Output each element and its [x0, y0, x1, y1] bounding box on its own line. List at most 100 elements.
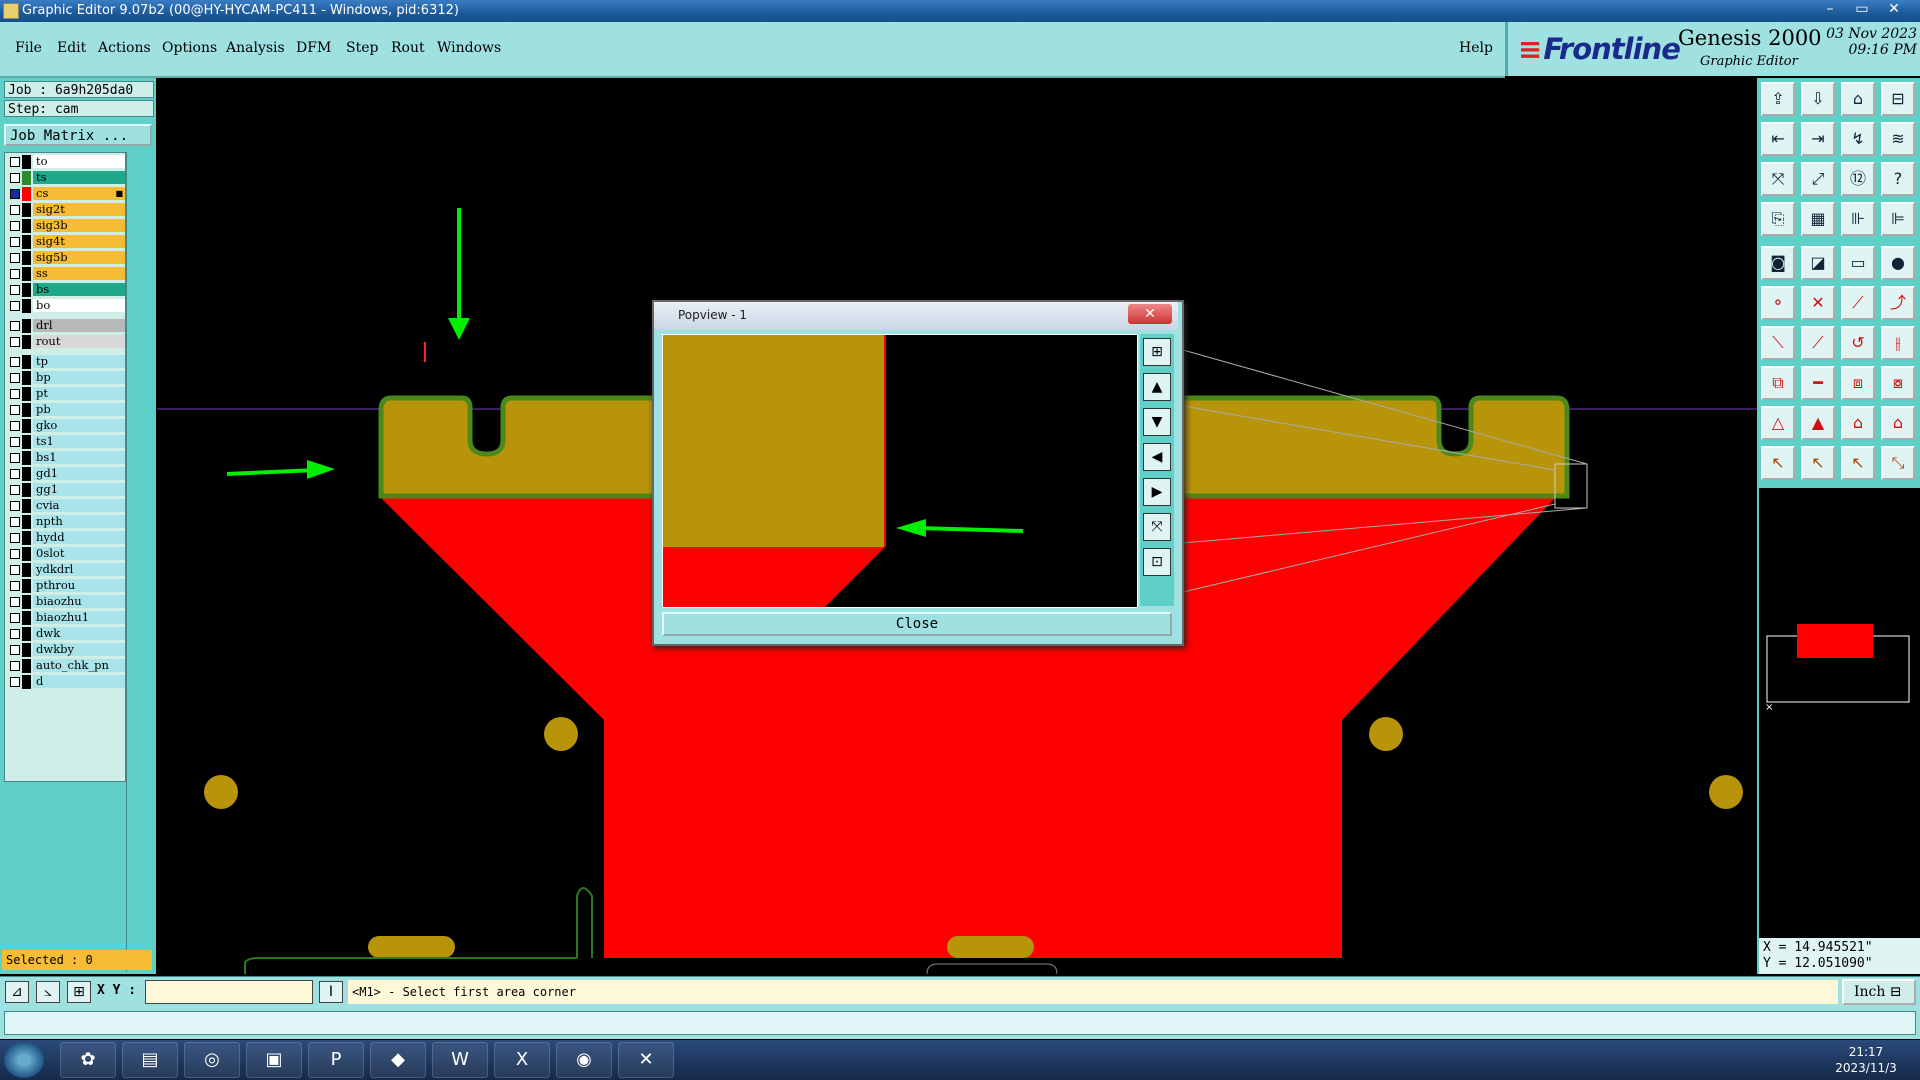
layer-checkbox[interactable]	[10, 469, 20, 479]
layer-row[interactable]: ydkdrl	[7, 563, 125, 577]
tool-button[interactable]: ?	[1881, 162, 1915, 196]
taskbar-app-shell-icon[interactable]: ✿	[60, 1042, 116, 1078]
layer-checkbox[interactable]	[10, 501, 20, 511]
layer-row[interactable]: dwk	[7, 627, 125, 641]
tool-button[interactable]: ⊟	[1881, 82, 1915, 116]
popview-pan-left-icon[interactable]: ◀	[1143, 443, 1171, 471]
layer-row[interactable]: to	[7, 155, 125, 169]
job-matrix-button[interactable]: Job Matrix ...	[4, 124, 152, 146]
tool-button[interactable]: ⇥	[1801, 122, 1835, 156]
layer-name[interactable]: gko	[33, 419, 125, 432]
taskbar-app-tool-icon[interactable]: ◆	[370, 1042, 426, 1078]
maximize-button[interactable]: ▭	[1846, 0, 1878, 20]
layer-checkbox[interactable]	[10, 337, 20, 347]
tool-button[interactable]: ●	[1881, 246, 1915, 280]
layer-name[interactable]: drl	[33, 319, 125, 332]
layer-row[interactable]: gg1	[7, 483, 125, 497]
layer-checkbox[interactable]	[10, 581, 20, 591]
layer-name[interactable]: pt	[33, 387, 125, 400]
layer-name[interactable]: hydd	[33, 531, 125, 544]
layer-checkbox[interactable]	[10, 189, 20, 199]
tool-button[interactable]: ⇩	[1801, 82, 1835, 116]
layer-name[interactable]: pthrou	[33, 579, 125, 592]
layer-checkbox[interactable]	[10, 565, 20, 575]
tool-button[interactable]: ▭	[1841, 246, 1875, 280]
layer-row[interactable]: cs ■	[7, 187, 125, 201]
layer-name[interactable]: ydkdrl	[33, 563, 125, 576]
layer-name[interactable]: sig5b	[33, 251, 125, 264]
layer-name[interactable]: cvia	[33, 499, 125, 512]
layer-name[interactable]: rout	[33, 335, 125, 348]
layer-row[interactable]: gd1	[7, 467, 125, 481]
layer-name[interactable]: ts	[33, 171, 125, 184]
layer-row[interactable]: sig3b	[7, 219, 125, 233]
snap-icon[interactable]: ⊿	[5, 981, 29, 1003]
layer-row[interactable]: biaozhu1	[7, 611, 125, 625]
layer-row[interactable]: npth	[7, 515, 125, 529]
layer-row[interactable]: ts1	[7, 435, 125, 449]
layer-name[interactable]: cs	[33, 187, 125, 200]
layer-row[interactable]: sig5b	[7, 251, 125, 265]
tool-button[interactable]: ⟋	[1841, 286, 1875, 320]
layer-name[interactable]: dwkby	[33, 643, 125, 656]
layer-row[interactable]: cvia	[7, 499, 125, 513]
tool-button[interactable]: ⑫	[1841, 162, 1875, 196]
layer-name[interactable]: tp	[33, 355, 125, 368]
layer-name[interactable]: 0slot	[33, 547, 125, 560]
tool-button[interactable]: ⊪	[1841, 202, 1875, 236]
layer-row[interactable]: pthrou	[7, 579, 125, 593]
layer-name[interactable]: ss	[33, 267, 125, 280]
layer-checkbox[interactable]	[10, 613, 20, 623]
layer-name[interactable]: to	[33, 155, 125, 168]
tool-button[interactable]: ↺	[1841, 326, 1875, 360]
layer-checkbox[interactable]	[10, 677, 20, 687]
layer-checkbox[interactable]	[10, 357, 20, 367]
layer-checkbox[interactable]	[10, 405, 20, 415]
taskbar-app-excel-icon[interactable]: X	[494, 1042, 550, 1078]
menu-file[interactable]: File	[15, 40, 42, 56]
layer-row[interactable]: bs1	[7, 451, 125, 465]
layer-row[interactable]: sig2t	[7, 203, 125, 217]
tool-button[interactable]: ↖	[1801, 446, 1835, 480]
layer-name[interactable]: sig2t	[33, 203, 125, 216]
layer-row[interactable]: bs	[7, 283, 125, 297]
layer-checkbox[interactable]	[10, 173, 20, 183]
layer-checkbox[interactable]	[10, 285, 20, 295]
start-button[interactable]	[4, 1042, 44, 1078]
popview-canvas[interactable]	[662, 334, 1138, 608]
layer-checkbox[interactable]	[10, 661, 20, 671]
tool-button[interactable]: ✕	[1801, 286, 1835, 320]
taskbar-app-x-icon[interactable]: ✕	[618, 1042, 674, 1078]
tool-button[interactable]: ⎘	[1761, 202, 1795, 236]
layer-checkbox[interactable]	[10, 301, 20, 311]
tool-button[interactable]: ▦	[1801, 202, 1835, 236]
layer-checkbox[interactable]	[10, 205, 20, 215]
layer-checkbox[interactable]	[10, 221, 20, 231]
layer-name[interactable]: auto_chk_pn	[33, 659, 125, 672]
menu-dfm[interactable]: DFM	[296, 40, 331, 56]
layer-checkbox[interactable]	[10, 533, 20, 543]
minimize-button[interactable]: –	[1814, 0, 1846, 20]
text-cursor-icon[interactable]: I	[319, 981, 343, 1003]
tool-button[interactable]: ⤡	[1881, 446, 1915, 480]
tool-button[interactable]: ◪	[1801, 246, 1835, 280]
popview-close-icon[interactable]: ✕	[1128, 304, 1172, 324]
tool-button[interactable]: ⌂	[1881, 406, 1915, 440]
taskbar-app-save-icon[interactable]: ▣	[246, 1042, 302, 1078]
taskbar-app-word-icon[interactable]: W	[432, 1042, 488, 1078]
layer-row[interactable]: drl	[7, 319, 125, 333]
layer-checkbox[interactable]	[10, 597, 20, 607]
menu-step[interactable]: Step	[346, 40, 378, 56]
taskbar-app-notepad-icon[interactable]: ▤	[122, 1042, 178, 1078]
popview-fit-icon[interactable]: ⊡	[1143, 548, 1171, 576]
measure-icon[interactable]: ⦣	[36, 981, 60, 1003]
layer-row[interactable]: auto_chk_pn	[7, 659, 125, 673]
layer-name[interactable]: d	[33, 675, 125, 688]
tool-button[interactable]: △	[1761, 406, 1795, 440]
layer-checkbox[interactable]	[10, 389, 20, 399]
tool-button[interactable]: ≋	[1881, 122, 1915, 156]
layer-name[interactable]: ts1	[33, 435, 125, 448]
tool-button[interactable]: ⧈	[1841, 366, 1875, 400]
menu-windows[interactable]: Windows	[437, 40, 501, 56]
popview-pan-down-icon[interactable]: ▼	[1143, 408, 1171, 436]
